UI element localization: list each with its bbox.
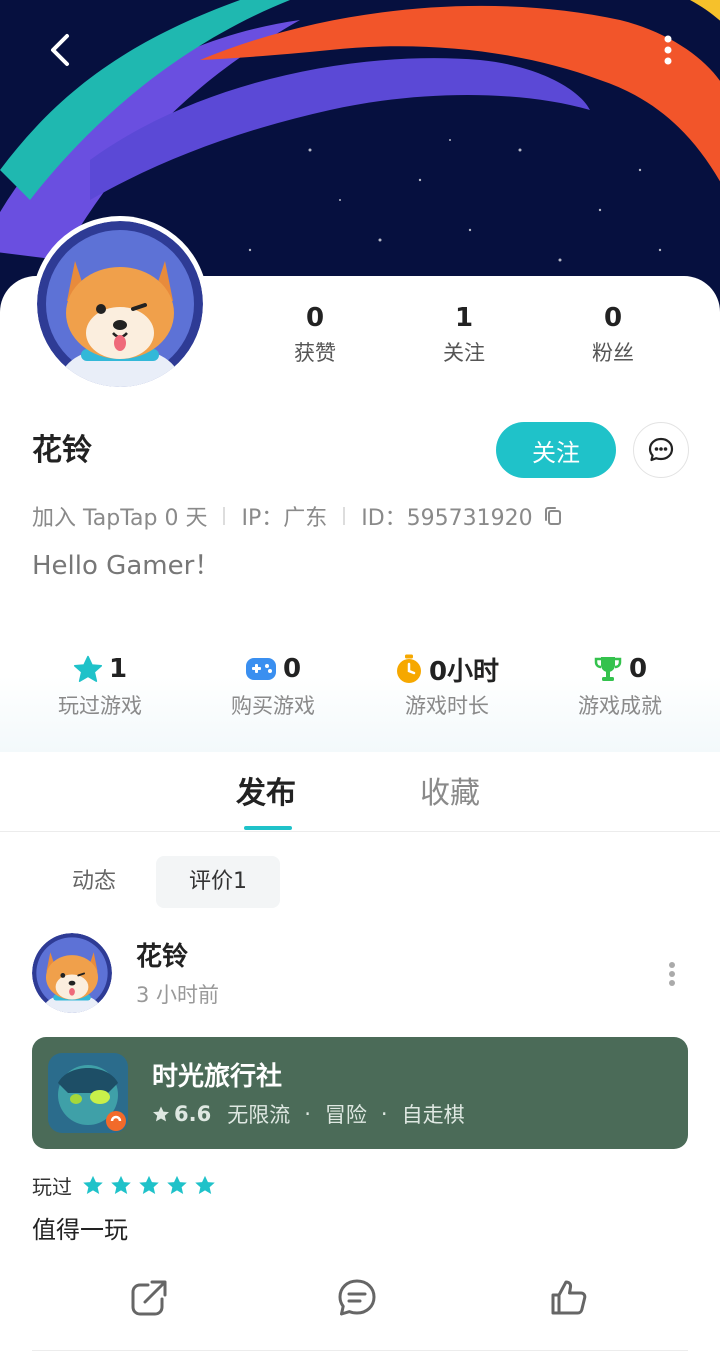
post-time: 3 小时前: [136, 983, 220, 1007]
game-tag: 无限流: [227, 1103, 291, 1127]
game-stat-duration[interactable]: 0小时 游戏时长: [362, 650, 532, 724]
stat-label: 关注: [443, 341, 485, 365]
stat-likes[interactable]: 0 获赞: [255, 300, 375, 370]
more-button[interactable]: [648, 26, 688, 74]
stat-following[interactable]: 1 关注: [404, 300, 524, 370]
game-tag: 冒险: [324, 1103, 367, 1127]
game-stat-label: 玩过游戏: [58, 694, 142, 718]
join-days: 加入 TapTap 0 天: [32, 506, 208, 531]
more-vertical-icon: [669, 962, 675, 986]
post-divider: [32, 1350, 688, 1351]
profile-name: 花铃: [32, 433, 92, 468]
post-author-name[interactable]: 花铃: [136, 938, 188, 976]
post-more-button[interactable]: [656, 956, 688, 992]
stat-value: 1: [454, 303, 474, 333]
review-text: 值得一玩: [32, 1216, 128, 1244]
chevron-left-icon: [51, 34, 69, 66]
back-button[interactable]: [36, 26, 84, 74]
stat-value: 0: [603, 303, 623, 333]
game-stat-label: 游戏时长: [405, 694, 489, 718]
avatar[interactable]: [32, 216, 208, 392]
tag-separator: ·: [380, 1102, 388, 1126]
shiba-avatar-icon: [32, 933, 112, 1013]
stat-label: 粉丝: [592, 341, 634, 365]
rating-star-icon: [83, 1175, 103, 1194]
subtab-feed[interactable]: 动态: [46, 856, 142, 908]
game-stat-played[interactable]: 1 玩过游戏: [15, 650, 185, 724]
game-stat-achievements[interactable]: 0 游戏成就: [535, 650, 705, 724]
shiba-avatar-icon: [37, 221, 203, 387]
rating-star-icon: [167, 1175, 187, 1194]
game-tag: 自走棋: [401, 1103, 465, 1127]
follow-button[interactable]: 关注: [496, 422, 616, 478]
game-title: 时光旅行社: [152, 1062, 283, 1092]
comment-button[interactable]: [335, 1276, 379, 1320]
tab-favorites[interactable]: 收藏: [420, 772, 480, 816]
comment-icon: [338, 1279, 376, 1316]
tag-separator: ·: [304, 1102, 311, 1126]
rating-star-icon: [111, 1175, 131, 1194]
post-author-avatar[interactable]: [32, 933, 112, 1013]
game-stat-value: 0: [282, 654, 302, 684]
profile-meta: 加入 TapTap 0 天 IP：广东 ID：595731920: [32, 500, 563, 532]
tab-indicator: [244, 826, 292, 830]
game-stat-value: 1: [108, 654, 128, 684]
played-rating: 玩过: [32, 1170, 216, 1200]
game-stat-label: 游戏成就: [578, 694, 662, 718]
game-stat-value: 0小时: [428, 656, 500, 687]
like-button[interactable]: [547, 1276, 591, 1320]
share-icon: [131, 1280, 167, 1316]
stat-fans[interactable]: 0 粉丝: [553, 300, 673, 370]
star-icon: [73, 655, 103, 682]
game-rating: 6.6: [174, 1102, 212, 1126]
game-stat-bought[interactable]: 0 购买游戏: [188, 650, 358, 724]
game-app-icon: [48, 1053, 128, 1133]
gamepad-icon: [245, 658, 276, 680]
game-card[interactable]: 时光旅行社 6.6 无限流 · 冒险 · 自走棋: [32, 1037, 688, 1149]
message-button[interactable]: [633, 422, 689, 478]
copy-icon[interactable]: [543, 505, 563, 527]
stopwatch-icon: [396, 654, 421, 683]
star-icon: [153, 1106, 169, 1122]
meta-divider: [343, 507, 346, 525]
game-stat-value: 0: [628, 654, 648, 684]
subtab-reviews[interactable]: 评价1: [156, 856, 280, 908]
ip-location: IP：广东: [241, 506, 328, 531]
profile-bio: Hello Gamer！: [32, 551, 221, 581]
game-info: 6.6 无限流 · 冒险 · 自走棋: [152, 1099, 465, 1129]
game-stat-label: 购买游戏: [231, 694, 315, 718]
stat-label: 获赞: [294, 341, 336, 365]
rating-stars: [82, 1174, 216, 1196]
user-id: ID：595731920: [361, 506, 533, 531]
message-bubble-icon: [648, 437, 674, 462]
rating-star-icon: [139, 1175, 159, 1194]
like-icon: [551, 1280, 587, 1315]
content-tabs: 发布 收藏: [0, 760, 720, 832]
game-icon: [48, 1053, 128, 1133]
share-button[interactable]: [127, 1276, 171, 1320]
game-stats: 1 玩过游戏 0 购买游戏 0小时 游戏时长 0 游戏成就: [0, 614, 720, 752]
stat-value: 0: [305, 303, 325, 333]
meta-divider: [223, 507, 226, 525]
played-label: 玩过: [32, 1174, 72, 1199]
trophy-icon: [594, 657, 622, 681]
more-vertical-icon: [664, 35, 672, 65]
tab-publish[interactable]: 发布: [236, 772, 296, 816]
rating-star-icon: [195, 1175, 215, 1194]
